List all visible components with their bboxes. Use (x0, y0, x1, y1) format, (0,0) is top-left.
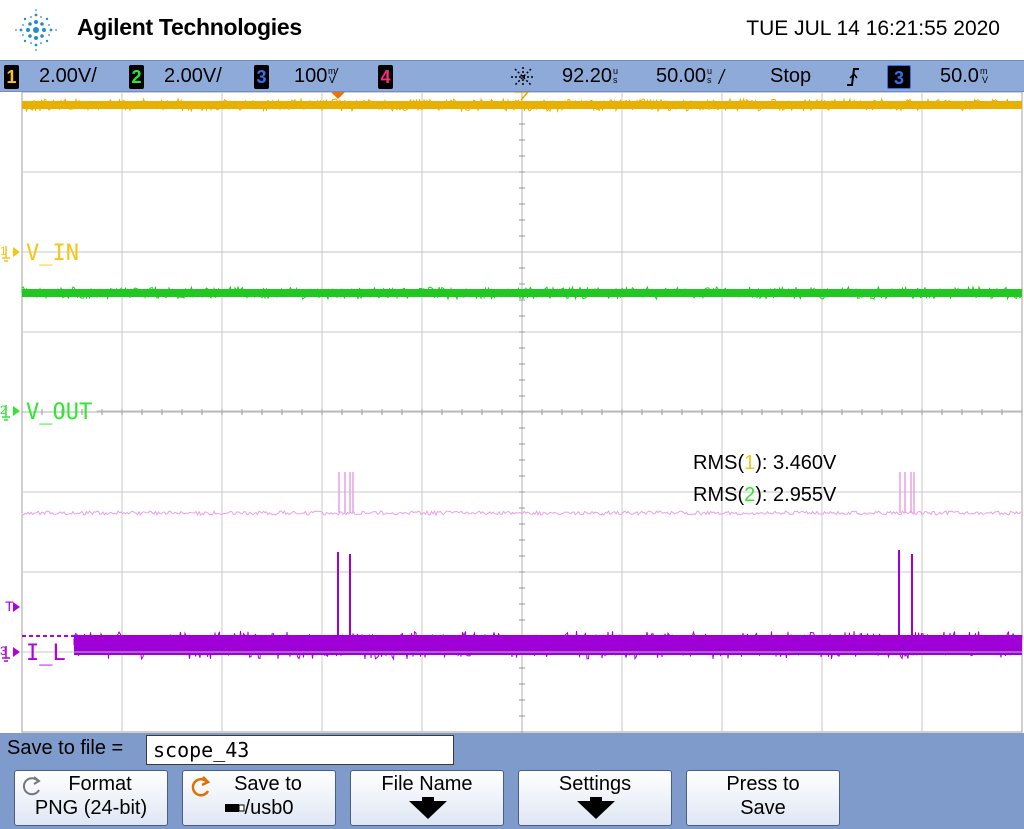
channel-number: 1 (0, 244, 7, 258)
channel-4-badge[interactable]: 4 (378, 65, 393, 89)
title-bar: Agilent Technologies TUE JUL 14 16:21:55… (0, 0, 1024, 60)
trigger-level-value: 50.0 (940, 65, 979, 87)
date-time: TUE JUL 14 16:21:55 2020 (746, 17, 1000, 40)
channel-2-badge[interactable]: 2 (129, 65, 144, 89)
channel-arrow-icon (13, 647, 20, 657)
microsecond-unit-icon: us (613, 66, 618, 85)
format-button-label: Format (68, 773, 132, 795)
file-name-button[interactable]: File Name (350, 770, 504, 826)
trigger-label: T (5, 598, 14, 614)
save-to-file-label: Save to file = (7, 737, 124, 759)
measurement-rms-1-value: ): 3.460V (755, 452, 837, 474)
status-bar: 1 2.00V/ 2 2.00V/ 3 100 m V 4 92.20 u s 50.0… (0, 60, 1024, 92)
press-to-save-line1: Press to (726, 773, 800, 795)
timebase-scale[interactable]: 50.00 u s (656, 65, 729, 88)
delay-icon (511, 67, 535, 87)
measurement-rms-1-channel: 1 (744, 452, 756, 474)
rising-edge-icon (847, 68, 859, 86)
channel-arrow-icon (13, 406, 20, 416)
channel-3-scale-value: 100 (294, 65, 328, 87)
file-name-button-label: File Name (381, 773, 473, 795)
channel-2-scale[interactable]: 2.00V/ (164, 65, 222, 88)
trigger-arrow-icon (13, 602, 20, 612)
measurement-rms-2-prefix: RMS( (693, 484, 745, 506)
save-to-button-label: Save to (234, 773, 302, 795)
timebase-scale-value: 50.00 (656, 65, 707, 87)
measurement-rms-2-channel: 2 (744, 484, 756, 506)
millivolt-per-div-icon: mV (328, 66, 339, 85)
settings-button-label: Settings (558, 773, 632, 795)
filename-field[interactable]: scope_43 (146, 735, 454, 765)
svg-text:s: s (613, 75, 618, 84)
save-softkey-bar: Save to file = scope_43 Format PNG (24-b… (0, 733, 1024, 829)
press-to-save-button[interactable]: Press to Save (686, 770, 840, 826)
channel-1-badge[interactable]: 1 (4, 65, 19, 89)
measurement-rms-1: RMS(1): 3.460V (693, 452, 836, 475)
save-to-button-value: /usb0 (183, 797, 335, 820)
channel-number: 3 (0, 644, 7, 658)
channel-3-badge[interactable]: 3 (254, 65, 269, 89)
channel-1-scale[interactable]: 2.00V/ (39, 65, 97, 88)
settings-button[interactable]: Settings (518, 770, 672, 826)
svg-text:s: s (707, 75, 712, 84)
format-button[interactable]: Format PNG (24-bit) (14, 770, 168, 826)
measurement-rms-2: RMS(2): 2.955V (693, 484, 836, 507)
horizontal-delay-value: 92.20 (562, 65, 613, 87)
brand-name: Agilent Technologies (77, 14, 302, 40)
trigger-source-badge[interactable]: 3 (887, 65, 911, 89)
run-state[interactable]: Stop (770, 65, 811, 88)
channel-number: 2 (0, 403, 7, 417)
delay-reference-icon (514, 91, 530, 101)
trigger-position-icon (331, 92, 345, 99)
channel-arrow-icon (13, 247, 20, 257)
graticule: 1 V_IN 2 V_OUT 3 I_L T (0, 91, 1023, 733)
press-to-save-line2: Save (740, 797, 786, 819)
channel-3-scale[interactable]: 100 m V (294, 65, 342, 88)
horizontal-delay[interactable]: 92.20 u s (562, 65, 622, 88)
trigger-level[interactable]: 50.0 m V (940, 65, 992, 88)
millivolt-unit-icon: mV (980, 66, 988, 85)
waveform-display[interactable]: 1 V_IN 2 V_OUT 3 I_L T RMS(1): 3.460V RMS(2): … (0, 91, 1024, 733)
microsecond-per-div-icon: us (707, 66, 726, 86)
measurement-rms-2-value: ): 2.955V (755, 484, 837, 506)
usb-drive-icon (224, 804, 245, 812)
channel-markers: 1 V_IN 2 V_OUT 3 I_L T (0, 91, 1022, 666)
measurement-rms-1-prefix: RMS( (693, 452, 745, 474)
save-to-path: /usb0 (244, 797, 294, 819)
trigger-level-marker: T (5, 598, 20, 614)
channel-label: I_L (26, 641, 66, 666)
channel-label: V_OUT (26, 400, 92, 425)
agilent-spark-logo-icon (15, 9, 57, 51)
channel-1-marker: 1 V_IN (0, 241, 1022, 266)
svg-text:V: V (982, 75, 988, 84)
format-button-value: PNG (24-bit) (34, 797, 148, 819)
channel-label: V_IN (26, 241, 79, 266)
save-to-button[interactable]: Save to /usb0 (182, 770, 336, 826)
